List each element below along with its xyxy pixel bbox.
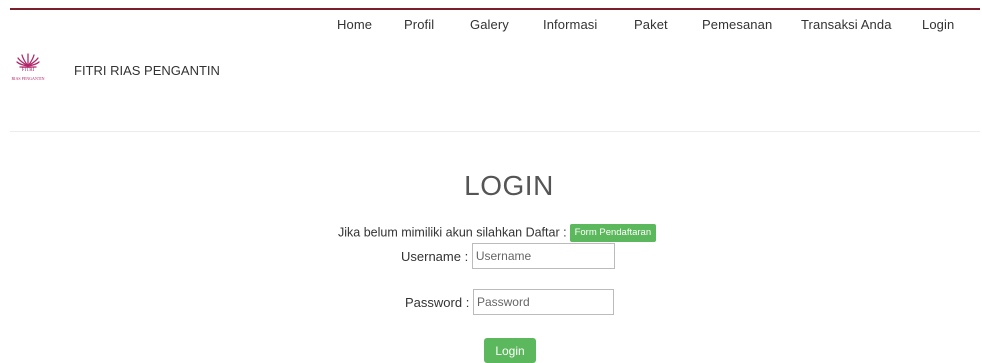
brand[interactable]: FITRI RIAS PENGANTIN FITRI RIAS PENGANTI… [8,53,228,85]
username-row: Username : [401,243,615,269]
nav-item-home[interactable]: Home [337,17,372,32]
page-title: LOGIN [464,170,554,201]
header-divider [10,131,980,132]
brand-name[interactable]: FITRI RIAS PENGANTIN [74,63,220,78]
register-prompt-line: Jika belum mimiliki akun silahkan Daftar… [338,224,657,242]
nav-item-galery[interactable]: Galery [470,17,509,32]
password-row: Password : [405,289,614,315]
logo-text: FITRI [21,68,35,73]
login-button[interactable]: Login [484,338,536,363]
register-form-button[interactable]: Form Pendaftaran [569,224,657,242]
nav-item-informasi[interactable]: Informasi [543,17,597,32]
username-input[interactable] [471,243,615,269]
nav-item-profil[interactable]: Profil [404,17,434,32]
password-input[interactable] [472,289,614,315]
nav-item-transaksi-anda[interactable]: Transaksi Anda [801,17,892,32]
nav-item-paket[interactable]: Paket [634,17,668,32]
lotus-flower-icon: FITRI RIAS PENGANTIN [8,53,58,85]
nav-item-pemesanan[interactable]: Pemesanan [702,17,772,32]
main-nav: Home Profil Galery Informasi Paket Pemes… [0,17,982,37]
password-label: Password : [405,294,470,310]
top-accent-rule [10,8,980,10]
logo-subtext: RIAS PENGANTIN [11,76,45,81]
nav-item-login[interactable]: Login [922,17,954,32]
username-label: Username : [401,248,469,264]
register-prompt-text: Jika belum mimiliki akun silahkan Daftar… [338,225,567,240]
